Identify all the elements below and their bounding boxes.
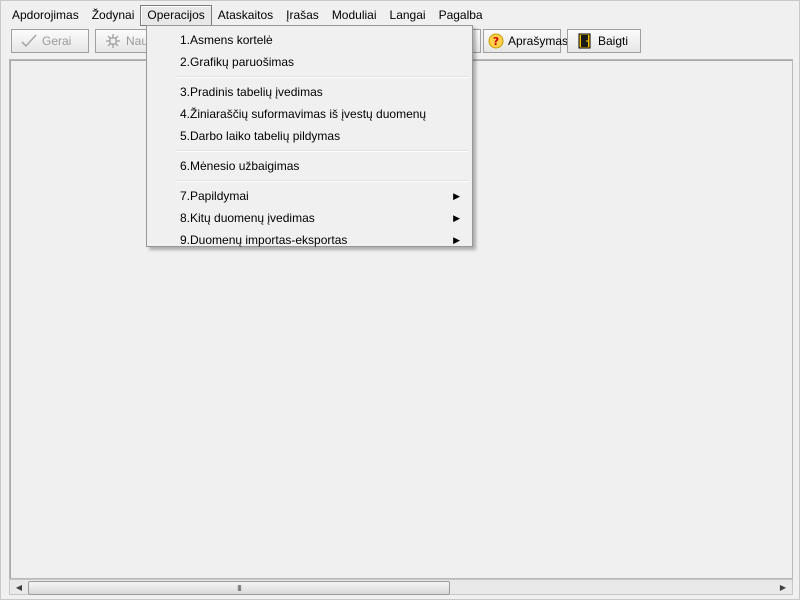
aprasymas-label: Aprašymas [508, 34, 569, 48]
menu-apdorojimas[interactable]: Apdorojimas [5, 5, 86, 26]
scroll-thumb[interactable]: III [28, 581, 450, 595]
menu-item-ziniarasciu-suformavimas[interactable]: 4.Žiniaraščių suformavimas iš įvestų duo… [149, 103, 470, 125]
checkmark-icon [20, 32, 38, 50]
menu-operacijos[interactable]: Operacijos [140, 4, 212, 26]
submenu-arrow-icon: ▶ [453, 213, 460, 223]
aprasymas-button[interactable]: ? Aprašymas [483, 29, 568, 53]
submenu-arrow-icon: ▶ [453, 191, 460, 201]
baigti-label: Baigti [598, 34, 629, 48]
menu-bar: Apdorojimas Žodynai Operacijos Ataskaito… [5, 4, 795, 26]
menu-separator [177, 150, 468, 152]
menu-zodynai[interactable]: Žodynai [85, 5, 142, 26]
menu-item-pradinis-tabeliu-ivedimas[interactable]: 3.Pradinis tabelių įvedimas [149, 81, 470, 103]
menu-item-darbo-laiko-tabeliu-pildymas[interactable]: 5.Darbo laiko tabelių pildymas [149, 125, 470, 147]
menu-ataskaitos[interactable]: Ataskaitos [211, 5, 280, 26]
svg-text:?: ? [493, 35, 499, 48]
help-question-icon: ? [488, 32, 504, 50]
menu-langai[interactable]: Langai [383, 5, 433, 26]
menu-item-papildymai[interactable]: 7.Papildymai ▶ [149, 185, 470, 207]
menu-item-kitu-duomenu-ivedimas-label: 8.Kitų duomenų įvedimas [180, 211, 315, 225]
menu-item-papildymai-label: 7.Papildymai [180, 189, 249, 203]
submenu-arrow-icon: ▶ [453, 235, 460, 245]
scroll-left-arrow-icon[interactable]: ◀ [11, 580, 27, 594]
scroll-thumb-grip: III [237, 583, 242, 593]
naujas-label: Nau [125, 34, 148, 48]
menu-item-asmens-kortele[interactable]: 1.Asmens kortelė [149, 29, 470, 51]
menu-moduliai[interactable]: Moduliai [325, 5, 384, 26]
menu-item-duomenu-importas-eksportas[interactable]: 9.Duomenų importas-eksportas ▶ [149, 229, 470, 251]
app-window: Apdorojimas Žodynai Operacijos Ataskaito… [0, 0, 800, 600]
operacijos-dropdown-menu: 1.Asmens kortelė 2.Grafikų paruošimas 3.… [146, 25, 473, 247]
gerai-button[interactable]: Gerai [11, 29, 89, 53]
exit-door-icon [576, 32, 594, 50]
scroll-right-arrow-icon[interactable]: ▶ [775, 580, 791, 594]
new-star-icon [104, 32, 122, 50]
menu-separator [177, 76, 468, 78]
horizontal-scrollbar[interactable]: ◀ III ▶ [9, 579, 793, 595]
menu-item-kitu-duomenu-ivedimas[interactable]: 8.Kitų duomenų įvedimas ▶ [149, 207, 470, 229]
menu-pagalba[interactable]: Pagalba [432, 5, 490, 26]
menu-item-grafiku-paruosimas[interactable]: 2.Grafikų paruošimas [149, 51, 470, 73]
baigti-button[interactable]: Baigti [567, 29, 641, 53]
menu-separator [177, 180, 468, 182]
menu-irasas[interactable]: Įrašas [279, 5, 326, 26]
gerai-label: Gerai [42, 34, 72, 48]
menu-item-menesio-uzbaigimas[interactable]: 6.Mėnesio užbaigimas [149, 155, 470, 177]
menu-item-duomenu-importas-eksportas-label: 9.Duomenų importas-eksportas [180, 233, 348, 247]
